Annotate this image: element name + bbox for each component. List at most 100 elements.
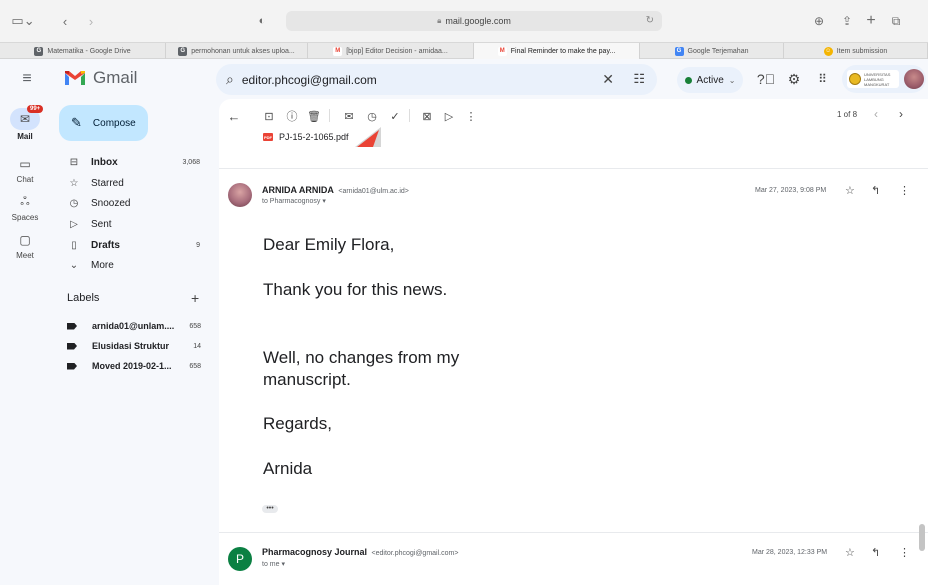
user-avatar[interactable] <box>904 69 924 89</box>
add-label-icon[interactable]: + <box>191 290 199 306</box>
draft-icon: ▯ <box>71 239 77 251</box>
reload-icon[interactable]: ↻ <box>646 15 654 26</box>
rail-label: Chat <box>16 175 34 184</box>
label-tag-icon <box>67 322 77 330</box>
sidebar-item-label: Sent <box>91 218 112 230</box>
main-menu-icon[interactable]: ≡ <box>17 69 37 89</box>
gmail-wordmark: Gmail <box>93 68 138 87</box>
browser-tab[interactable]: Gpermohonan untuk akses uploa... <box>166 43 308 59</box>
browser-tab[interactable]: G Google Terjemahan <box>640 43 784 59</box>
scrollbar-thumb[interactable] <box>919 524 925 551</box>
gmail-favicon-icon: M <box>497 46 507 56</box>
move-to-icon[interactable]: ⊠ <box>419 108 435 124</box>
tab-label: Matematika - Google Drive <box>47 47 131 55</box>
rail-item-mail[interactable]: ✉ 99+ Mail <box>0 105 50 141</box>
sender-line: Pharmacognosy Journal <editor.phcogi@gma… <box>262 547 458 557</box>
browser-tab[interactable]: M [bjop] Editor Decision - arnidaa... <box>308 43 474 59</box>
more-vert-icon[interactable]: ⋮ <box>899 184 910 197</box>
reply-icon[interactable]: ↰ <box>871 546 880 559</box>
new-tab-icon[interactable]: + <box>864 12 878 30</box>
unread-badge: 99+ <box>27 105 44 113</box>
help-icon[interactable]: ?⃝ <box>757 70 775 88</box>
label-item[interactable]: arnida01@unlam.... 658 <box>50 316 210 336</box>
apps-grid-icon[interactable]: ⠿ <box>813 70 831 88</box>
account-switcher[interactable]: UNIVERSITAS LAMBUNG MANGKURAT <box>842 65 926 93</box>
reply-icon[interactable]: ↰ <box>871 184 880 197</box>
back-icon[interactable]: ‹ <box>58 12 72 30</box>
sender-name[interactable]: Pharmacognosy Journal <box>262 547 367 557</box>
label-name: Moved 2019-02-1... <box>92 361 172 371</box>
sidebar-item-label: Snoozed <box>91 198 131 210</box>
browser-tab-active[interactable]: M Final Reminder to make the pay... <box>474 43 640 59</box>
gmail-favicon-icon: M <box>333 46 343 56</box>
sidebar-toggle-icon[interactable]: ▭⌄ <box>8 12 38 30</box>
label-icon[interactable]: ▷ <box>441 108 457 124</box>
google-favicon-icon: G <box>178 46 188 56</box>
rail-label: Mail <box>17 132 33 141</box>
attachment-corner-fold <box>355 127 381 147</box>
search-options-icon[interactable]: ☷ <box>633 71 645 87</box>
translate-favicon-icon: G <box>674 46 684 56</box>
share-icon[interactable]: ⇪ <box>840 12 854 30</box>
archive-icon[interactable]: ⊡ <box>261 108 277 124</box>
report-spam-icon[interactable]: ⓘ <box>284 108 300 124</box>
tab-bar: G Matematika - Google Drive Gpermohonan u… <box>0 42 928 59</box>
download-icon[interactable]: ⊕ <box>812 12 826 30</box>
tab-label: Google Terjemahan <box>687 47 749 55</box>
body-paragraph: Arnida <box>263 459 313 478</box>
label-item[interactable]: Moved 2019-02-1... 658 <box>50 356 210 376</box>
more-vert-icon[interactable]: ⋮ <box>899 546 910 559</box>
label-item[interactable]: Elusidasi Struktur 14 <box>50 336 210 356</box>
organization-name: UNIVERSITAS LAMBUNG MANGKURAT <box>864 71 891 87</box>
browser-tab[interactable]: G Matematika - Google Drive <box>0 43 166 59</box>
more-options-icon[interactable]: ⋮ <box>463 108 479 124</box>
compose-button[interactable]: ✎ Compose <box>59 105 148 141</box>
settings-gear-icon[interactable]: ⚙ <box>785 70 803 88</box>
back-arrow-icon[interactable]: ← <box>226 108 242 124</box>
star-icon[interactable]: ☆ <box>845 184 855 197</box>
clear-search-icon[interactable]: ✕ <box>602 71 614 88</box>
sidebar-item-drafts[interactable]: ▯ Drafts 9 <box>50 235 210 256</box>
newer-chevron-left-icon[interactable]: ‹ <box>874 107 878 121</box>
sender-avatar[interactable]: P <box>228 547 252 571</box>
tab-overview-icon[interactable]: ⧉ <box>888 12 904 30</box>
smiley-favicon-icon: ☺ <box>823 46 833 56</box>
url-text: mail.google.com <box>445 16 511 26</box>
mark-unread-icon[interactable]: ✉ <box>341 108 357 124</box>
recipient-line[interactable]: to Pharmacognosy ▾ <box>262 197 326 205</box>
star-icon[interactable]: ☆ <box>845 546 855 559</box>
recipient-line[interactable]: to me ▾ <box>262 560 285 568</box>
sender-avatar[interactable] <box>228 183 252 207</box>
delete-icon[interactable]: 🗑︎ <box>306 108 322 124</box>
status-label: Active <box>696 74 724 86</box>
show-trimmed-content-button[interactable]: ••• <box>262 505 278 513</box>
snooze-icon[interactable]: ◷ <box>364 108 380 124</box>
rail-item-meet[interactable]: ▢ Meet <box>0 229 50 260</box>
privacy-shield-icon[interactable]: ◐ <box>255 12 269 30</box>
gmail-logo[interactable]: Gmail <box>64 68 137 88</box>
search-bar[interactable]: ⌕ ✕ ☷ <box>216 64 657 95</box>
browser-tab[interactable]: ☺ Item submission <box>784 43 928 59</box>
search-icon[interactable]: ⌕ <box>226 71 234 88</box>
sidebar-item-sent[interactable]: ▷ Sent <box>50 214 210 235</box>
status-selector[interactable]: Active ⌄ <box>677 67 743 93</box>
forward-icon[interactable]: › <box>84 12 98 30</box>
rail-item-spaces[interactable]: ஃ Spaces <box>0 191 50 222</box>
sidebar-nav: ⊟ Inbox 3,068 ☆ Starred ◷ Snoozed ▷ Sent… <box>50 152 210 276</box>
recipient-text: to me <box>262 561 280 568</box>
search-input[interactable] <box>241 72 572 87</box>
caret-down-icon: ▾ <box>281 561 285 568</box>
rail-item-chat[interactable]: ▭ Chat <box>0 153 50 184</box>
send-icon: ▷ <box>70 218 78 230</box>
drive-favicon-icon: G <box>34 46 44 56</box>
address-bar[interactable]: 🔒︎ mail.google.com ↻ <box>286 11 662 31</box>
older-chevron-right-icon[interactable]: › <box>899 107 903 121</box>
sidebar-item-inbox[interactable]: ⊟ Inbox 3,068 <box>50 152 210 173</box>
label-tag-icon <box>67 362 77 370</box>
star-icon: ☆ <box>69 177 79 189</box>
sidebar-item-starred[interactable]: ☆ Starred <box>50 173 210 194</box>
sender-name[interactable]: ARNIDA ARNIDA <box>262 185 334 195</box>
sidebar-item-snoozed[interactable]: ◷ Snoozed <box>50 193 210 214</box>
sidebar-item-more[interactable]: ⌄ More <box>50 255 210 276</box>
add-task-icon[interactable]: ✓ <box>387 108 403 124</box>
